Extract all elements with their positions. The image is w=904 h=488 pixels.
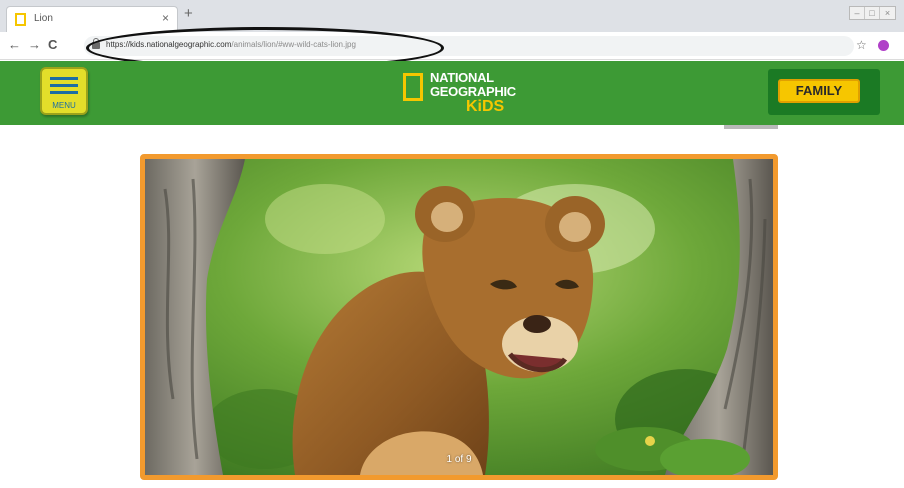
page: Lion × + – □ × ← → C https://kids.nation…	[0, 0, 904, 488]
tab-close-icon[interactable]: ×	[162, 11, 169, 25]
url-text[interactable]: https://kids.nationalgeographic.com/anim…	[106, 40, 356, 49]
gallery-counter: 1 of 9	[446, 454, 472, 465]
menu-button[interactable]: MENU	[40, 67, 88, 115]
site-header: MENU NATIONAL GEOGRAPHIC KiDS FAMILY	[0, 61, 904, 125]
address-bar[interactable]: https://kids.nationalgeographic.com/anim…	[84, 36, 854, 56]
header-tab-shadow	[724, 125, 778, 129]
yellow-frame-icon	[403, 73, 423, 101]
tab-title: Lion	[34, 13, 53, 24]
extension-icon[interactable]	[878, 40, 889, 51]
logo-text-geographic: GEOGRAPHIC	[430, 84, 516, 99]
photo-gallery[interactable]: 1 of 9	[140, 154, 778, 480]
hamburger-icon	[50, 77, 78, 98]
lion-cub-photo	[145, 159, 773, 475]
maximize-icon[interactable]: □	[865, 7, 880, 19]
logo-text-kids: KiDS	[466, 98, 505, 115]
reload-icon[interactable]: C	[48, 36, 57, 54]
browser-toolbar: ← → C https://kids.nationalgeographic.co…	[0, 32, 904, 60]
logo-text-national: NATIONAL	[430, 70, 494, 85]
menu-label: MENU	[52, 101, 76, 110]
browser-tab[interactable]: Lion ×	[6, 6, 178, 32]
minimize-icon[interactable]: –	[850, 7, 865, 19]
window-controls: – □ ×	[849, 6, 896, 20]
natgeo-kids-logo[interactable]: NATIONAL GEOGRAPHIC KiDS	[403, 69, 533, 117]
back-arrow-icon[interactable]: ←	[8, 36, 21, 54]
forward-arrow-icon[interactable]: →	[28, 36, 41, 54]
browser-tabstrip: Lion × + – □ ×	[0, 0, 904, 32]
family-button-container: FAMILY	[768, 69, 880, 115]
natgeo-favicon-icon	[15, 13, 26, 26]
bookmark-star-icon[interactable]: ☆	[856, 38, 867, 52]
lock-icon	[92, 38, 100, 49]
close-window-icon[interactable]: ×	[880, 7, 895, 19]
family-button[interactable]: FAMILY	[778, 79, 860, 103]
new-tab-icon[interactable]: +	[184, 6, 193, 22]
